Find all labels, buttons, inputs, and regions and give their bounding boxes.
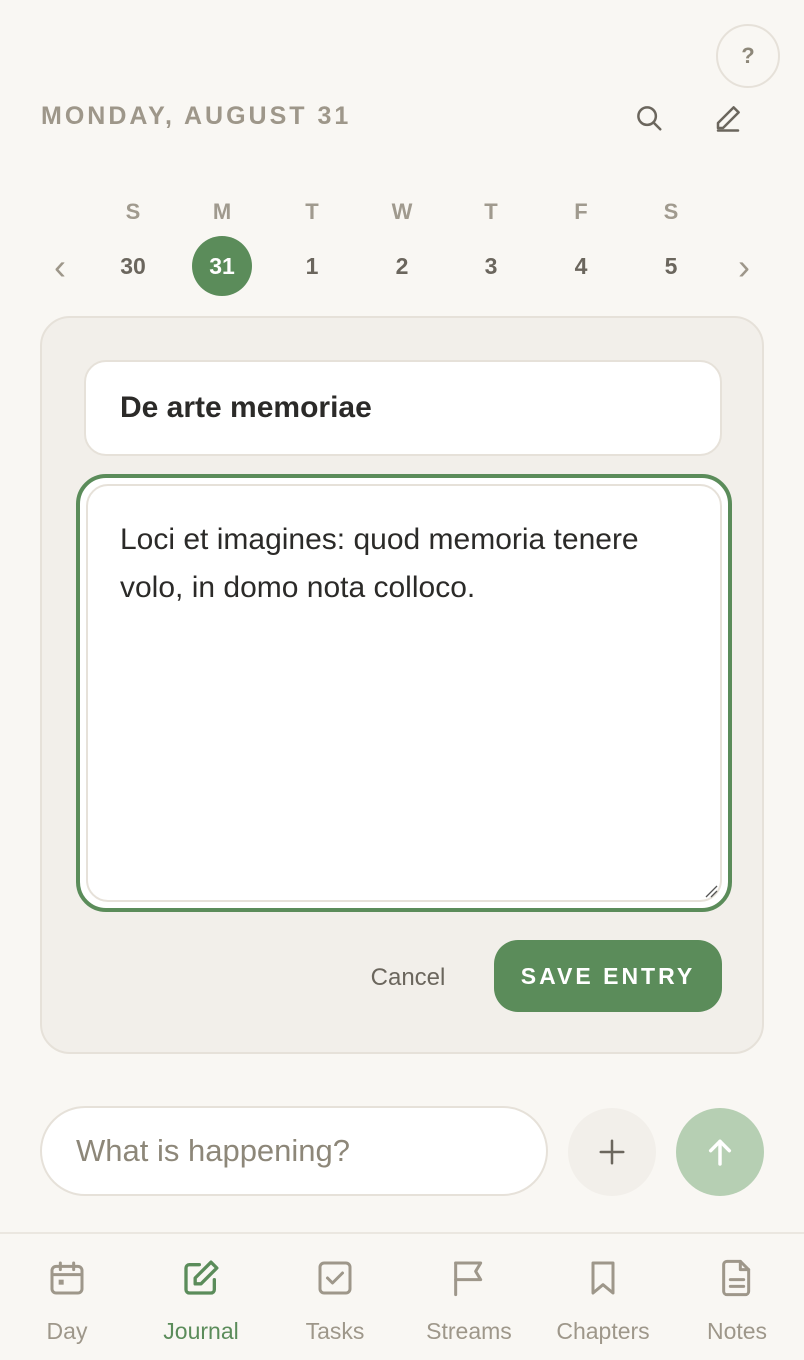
tab-day[interactable]: Day [0,1256,134,1346]
bottom-tab-bar: Day Journal Tasks Streams Chapters Notes [0,1232,804,1360]
prev-week-button[interactable]: ‹ [40,247,80,287]
plus-icon [599,1139,625,1165]
weekday-letter: M [212,199,232,224]
send-button[interactable] [676,1108,764,1196]
weekday-letter: W [391,199,413,224]
day-number[interactable]: 3 [461,236,521,296]
tab-chapters[interactable]: Chapters [536,1256,670,1346]
day-number[interactable]: 30 [103,236,163,296]
day-column[interactable]: F 4 [551,195,611,296]
day-number[interactable]: 1 [282,236,342,296]
tab-label: Day [46,1318,88,1344]
tab-journal[interactable]: Journal [134,1256,268,1346]
weekday-letter: S [663,199,679,224]
tab-notes[interactable]: Notes [670,1256,804,1346]
weekday-letter: T [484,199,498,224]
chevron-right-icon: › [738,246,750,287]
new-entry-button[interactable] [706,96,750,140]
entry-editor-card: De arte memoriae Loci et imagines: quod … [40,316,764,1054]
weekday-letter: T [305,199,319,224]
day-column[interactable]: S 30 [103,195,163,296]
tab-label: Chapters [556,1318,650,1344]
tab-label: Streams [426,1318,512,1344]
day-number[interactable]: 2 [372,236,432,296]
resize-grip-icon[interactable] [702,882,718,898]
tab-label: Tasks [305,1318,365,1344]
next-week-button[interactable]: › [724,247,764,287]
chevron-left-icon: ‹ [54,246,66,287]
pencil-icon [716,106,740,132]
day-column[interactable]: W 2 [372,195,432,296]
day-column[interactable]: T 3 [461,195,521,296]
day-number[interactable]: 5 [641,236,701,296]
weekday-letter: F [574,199,588,224]
tab-label: Journal [163,1318,239,1344]
entry-body-focus-ring: Loci et imagines: quod memoria tenere vo… [76,474,732,912]
journal-edit-icon [179,1256,223,1300]
entry-body-textarea[interactable]: Loci et imagines: quod memoria tenere vo… [86,484,722,902]
day-number[interactable]: 4 [551,236,611,296]
entry-title-input[interactable]: De arte memoriae [84,360,722,456]
day-column[interactable]: M 31 [192,195,252,296]
tab-streams[interactable]: Streams [402,1256,536,1346]
day-column[interactable]: S 5 [641,195,701,296]
checkbox-icon [313,1256,357,1300]
help-icon: ? [741,43,755,68]
bookmark-icon [581,1256,625,1300]
search-button[interactable] [627,96,671,140]
arrow-up-icon [708,1139,732,1166]
flag-icon [447,1256,491,1300]
tab-label: Notes [706,1318,768,1344]
document-icon [715,1256,759,1300]
cancel-button[interactable]: Cancel [350,956,466,1000]
add-button[interactable] [568,1108,656,1196]
day-number-selected[interactable]: 31 [192,236,252,296]
search-icon [637,106,662,131]
calendar-icon [45,1256,89,1300]
save-entry-button[interactable]: SAVE ENTRY [494,940,722,1012]
day-column[interactable]: T 1 [282,195,342,296]
compose-input[interactable]: What is happening? [40,1106,548,1196]
page-title: MONDAY, AUGUST 31 [41,102,352,130]
help-button[interactable]: ? [716,24,780,88]
weekday-letter: S [125,199,141,224]
tab-tasks[interactable]: Tasks [268,1256,402,1346]
week-strip: ‹ S 30 M 31 T 1 W 2 T 3 F 4 S 5 › [0,195,804,305]
